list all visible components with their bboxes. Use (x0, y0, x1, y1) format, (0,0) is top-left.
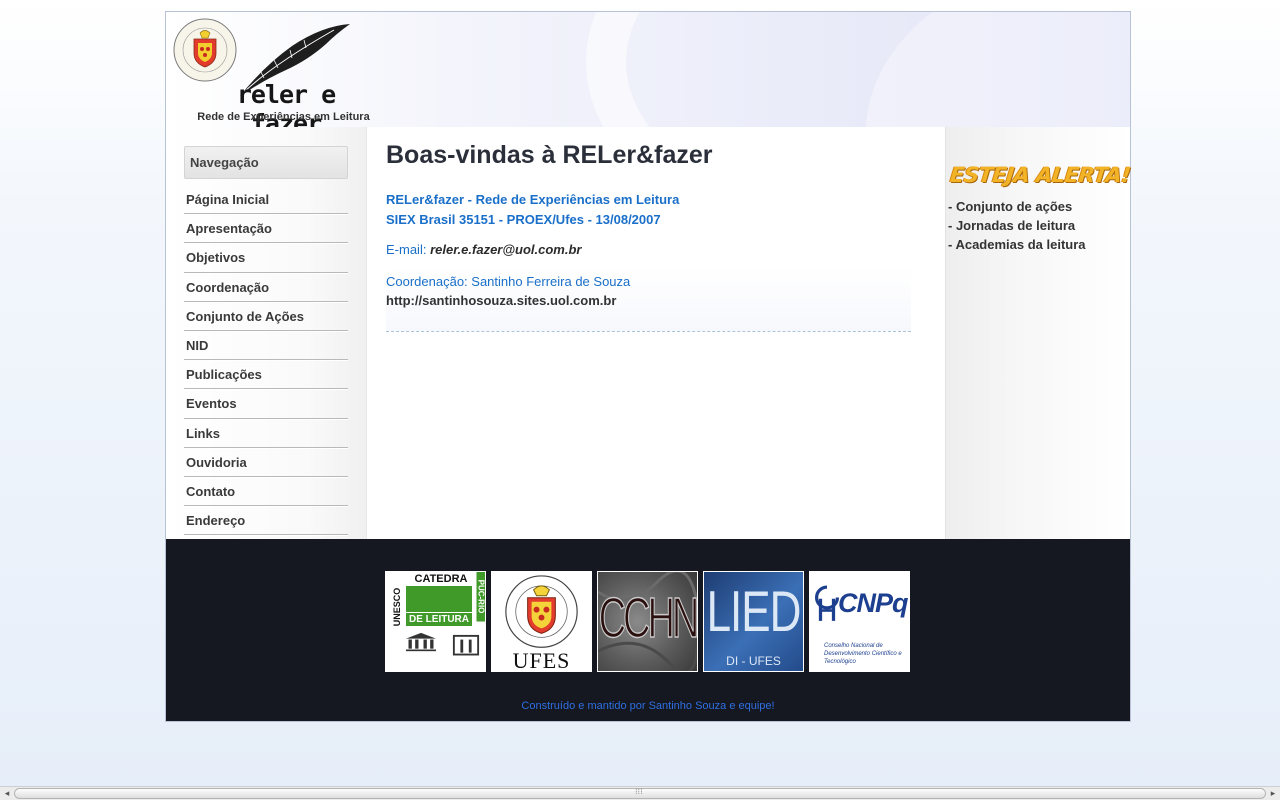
site-footer: UNESCO CATEDRA DE LEITURA PUC-RIO UFES C… (166, 539, 1130, 721)
puc-rio-side-label: PUC-RIO (476, 572, 485, 622)
ufes-label: UFES (512, 648, 571, 672)
scroll-left-icon[interactable]: ◂ (0, 787, 14, 800)
ufes-logo[interactable]: UFES (491, 571, 592, 672)
left-sidebar: Navegação Página Inicial Apresentação Ob… (166, 127, 367, 539)
scrollbar-grip-icon: ⁝⁝⁝ (635, 787, 643, 796)
alert-list: - Conjunto de ações - Jornadas de leitur… (948, 197, 1086, 254)
intro-line-network: RELer&fazer - Rede de Experiências em Le… (386, 192, 680, 207)
lied-label: LIED (706, 580, 802, 645)
de-leitura-label: DE LEITURA (406, 613, 472, 626)
footer-credit: Construído e mantido por Santinho Souza … (521, 700, 775, 712)
email-line: E-mail: reler.e.fazer@uol.com.br (386, 242, 581, 257)
nav-item-apresentacao[interactable]: Apresentação (184, 214, 348, 244)
coordination-box: Coordenação: Santinho Ferreira de Souza … (386, 267, 911, 332)
unesco-side-label: UNESCO (392, 587, 402, 627)
alert-banner: ESTEJA ALERTA! (948, 163, 1132, 187)
partner-logos: UNESCO CATEDRA DE LEITURA PUC-RIO UFES C… (385, 571, 910, 673)
email-label: E-mail: (386, 242, 427, 257)
nav-item-publicacoes[interactable]: Publicações (184, 360, 348, 390)
nav-item-endereco[interactable]: Endereço (184, 506, 348, 536)
logo-subtitle: Rede de Experiências em Leitura (197, 111, 370, 123)
horizontal-scrollbar[interactable]: ◂ ⁝⁝⁝ ▸ (0, 786, 1280, 800)
nav-item-conjunto-de-acoes[interactable]: Conjunto de Ações (184, 302, 348, 331)
coordinator-site-link[interactable]: http://santinhosouza.sites.uol.com.br (386, 293, 616, 308)
nav-item-coordenacao[interactable]: Coordenação (184, 273, 348, 302)
nav-item-nid[interactable]: NID (184, 331, 348, 361)
scrollbar-thumb[interactable]: ⁝⁝⁝ (14, 787, 1266, 799)
cnpq-emblem-icon (815, 585, 840, 621)
unesco-catedra-logo[interactable]: UNESCO CATEDRA DE LEITURA PUC-RIO (385, 571, 486, 672)
cnpq-label: CNPq (838, 588, 909, 618)
nav-item-pagina-inicial[interactable]: Página Inicial (184, 185, 348, 215)
page-container: reler e fazer Rede de Experiências em Le… (165, 11, 1132, 722)
page-title: Boas-vindas à RELer&fazer (386, 141, 713, 169)
scroll-right-icon[interactable]: ▸ (1266, 787, 1280, 800)
right-sidebar: ESTEJA ALERTA! - Conjunto de ações - Jor… (945, 127, 1132, 539)
unesco-temple-icon (406, 632, 436, 652)
coordination-text: Coordenação: Santinho Ferreira de Souza (386, 274, 631, 289)
cnpq-logo[interactable]: CNPq Conselho Nacional de Desenvolviment… (809, 571, 910, 672)
navigation-heading: Navegação (184, 146, 348, 179)
navigation-menu: Página Inicial Apresentação Objetivos Co… (184, 185, 348, 536)
nav-item-contato[interactable]: Contato (184, 477, 348, 507)
nav-item-objetivos[interactable]: Objetivos (184, 243, 348, 273)
nav-item-ouvidoria[interactable]: Ouvidoria (184, 448, 348, 477)
main-content: Boas-vindas à RELer&fazer RELer&fazer - … (367, 127, 945, 539)
ufes-seal-icon[interactable] (172, 17, 238, 83)
cchn-logo[interactable]: CCHN (597, 571, 698, 672)
lied-logo[interactable]: LIED DI - UFES (703, 571, 804, 672)
cnpq-sublabel: Conselho Nacional de Desenvolvimento Cie… (824, 643, 902, 665)
site-header: reler e fazer Rede de Experiências em Le… (166, 12, 1130, 127)
intro-block: RELer&fazer - Rede de Experiências em Le… (386, 190, 679, 230)
catedra-green-block (406, 586, 472, 612)
alert-link-conjunto-de-acoes[interactable]: - Conjunto de ações (948, 197, 1086, 216)
alert-link-academias-da-leitura[interactable]: - Academias da leitura (948, 235, 1086, 254)
alert-link-jornadas-de-leitura[interactable]: - Jornadas de leitura (948, 216, 1086, 235)
intro-line-siex: SIEX Brasil 35151 - PROEX/Ufes - 13/08/2… (386, 212, 661, 227)
nav-item-links[interactable]: Links (184, 419, 348, 448)
lied-sublabel: DI - UFES (726, 654, 781, 668)
catedra-label: CATEDRA (414, 573, 468, 585)
puc-emblem-icon (452, 634, 480, 656)
nav-item-eventos[interactable]: Eventos (184, 389, 348, 419)
cchn-label: CCHN (598, 587, 697, 652)
email-link[interactable]: reler.e.fazer@uol.com.br (430, 242, 581, 257)
